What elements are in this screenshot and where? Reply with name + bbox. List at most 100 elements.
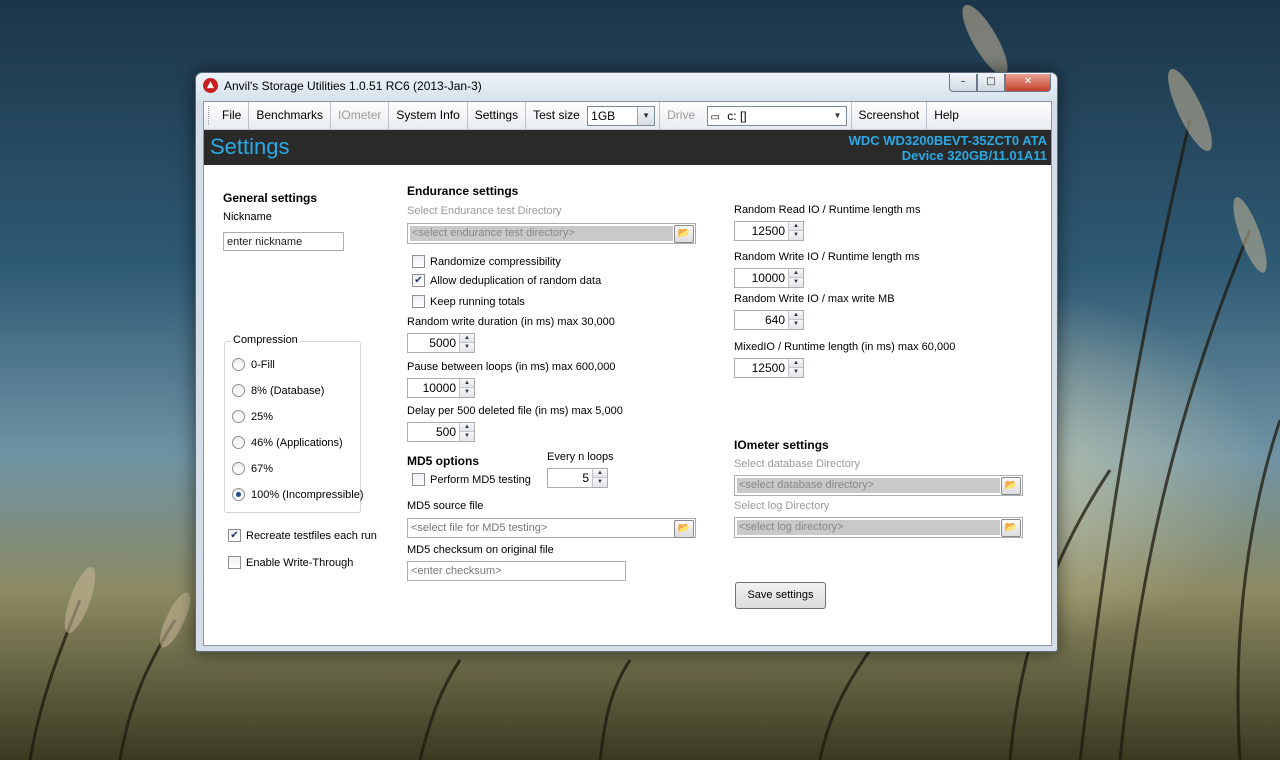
checkmark-icon[interactable]: ✔	[228, 529, 241, 542]
spin-up-icon[interactable]: ▲	[460, 423, 474, 432]
log-dir-input[interactable]: <select log directory> 📂	[734, 517, 1023, 538]
randomize-compressibility-label: Randomize compressibility	[430, 255, 561, 268]
folder-icon[interactable]: 📂	[1001, 477, 1021, 495]
radio-icon[interactable]	[232, 436, 245, 449]
menu-screenshot[interactable]: Screenshot	[852, 102, 928, 129]
spin-down-icon[interactable]: ▼	[460, 388, 474, 397]
spin-down-icon[interactable]: ▼	[460, 343, 474, 352]
every-n-loops-value: 5	[582, 471, 589, 485]
radio-icon[interactable]	[232, 462, 245, 475]
compression-option-3[interactable]: 46% (Applications)	[232, 436, 343, 449]
perform-md5-checkbox[interactable]: Perform MD5 testing	[412, 473, 531, 486]
chevron-down-icon[interactable]: ▼	[829, 106, 846, 125]
radio-selected-icon[interactable]	[232, 488, 245, 501]
checkbox-icon[interactable]	[412, 473, 425, 486]
spin-down-icon[interactable]: ▼	[593, 478, 607, 487]
spin-up-icon[interactable]: ▲	[593, 469, 607, 478]
drive-icon: ▭	[710, 111, 720, 123]
toolbar-grip[interactable]	[208, 106, 212, 125]
checkbox-icon[interactable]	[412, 295, 425, 308]
maximize-icon[interactable]: □	[977, 74, 1005, 92]
chevron-down-icon[interactable]: ▼	[637, 106, 655, 125]
compression-group: Compression 0-Fill 8% (Database) 25% 46%…	[224, 334, 364, 513]
mixed-io-value: 12500	[751, 361, 785, 375]
log-dir-label: Select log Directory	[734, 500, 830, 512]
nickname-label: Nickname	[223, 211, 272, 223]
pause-between-loops-stepper[interactable]: 10000 ▲ ▼	[407, 378, 475, 398]
minimize-icon[interactable]: –	[949, 74, 977, 92]
md5-source-input[interactable]: <select file for MD5 testing> 📂	[407, 518, 696, 538]
random-write-duration-stepper[interactable]: 5000 ▲ ▼	[407, 333, 475, 353]
folder-icon[interactable]: 📂	[1001, 519, 1021, 537]
compression-option-4[interactable]: 67%	[232, 462, 273, 475]
running-totals-label: Keep running totals	[430, 295, 525, 308]
random-read-io-value: 12500	[751, 224, 785, 238]
close-icon[interactable]: ✕	[1005, 74, 1051, 92]
randomize-compressibility-checkbox[interactable]: Randomize compressibility	[412, 255, 561, 268]
folder-icon[interactable]: 📂	[674, 520, 694, 538]
radio-icon[interactable]	[232, 410, 245, 423]
random-write-max-stepper[interactable]: 640 ▲ ▼	[734, 310, 804, 330]
allow-dedup-label: Allow deduplication of random data	[430, 274, 602, 287]
compression-option-1[interactable]: 8% (Database)	[232, 384, 324, 397]
menu-settings[interactable]: Settings	[468, 102, 527, 129]
database-dir-label: Select database Directory	[734, 458, 860, 470]
spin-up-icon[interactable]: ▲	[460, 379, 474, 388]
title-bar[interactable]: ▲ Anvil's Storage Utilities 1.0.51 RC6 (…	[196, 73, 1057, 101]
delay-per-file-stepper[interactable]: 500 ▲ ▼	[407, 422, 475, 442]
compression-option-2[interactable]: 25%	[232, 410, 273, 423]
checkmark-icon[interactable]: ✔	[412, 274, 425, 287]
random-write-io-stepper[interactable]: 10000 ▲ ▼	[734, 268, 804, 288]
drive-info: WDC WD3200BEVT-35ZCT0 ATA Device 320GB/1…	[849, 133, 1047, 163]
spin-down-icon[interactable]: ▼	[789, 368, 803, 377]
endurance-dir-input[interactable]: <select endurance test directory> 📂	[407, 223, 696, 244]
folder-icon[interactable]: 📂	[674, 225, 694, 243]
menu-toolbar: File Benchmarks IOmeter System Info Sett…	[204, 102, 1051, 130]
random-read-io-stepper[interactable]: 12500 ▲ ▼	[734, 221, 804, 241]
spin-up-icon[interactable]: ▲	[789, 311, 803, 320]
menu-help[interactable]: Help	[927, 102, 966, 129]
radio-icon[interactable]	[232, 384, 245, 397]
anvil-app-icon[interactable]: ▲	[203, 78, 218, 93]
menu-system-info[interactable]: System Info	[389, 102, 468, 129]
md5-checksum-input[interactable]: <enter checksum>	[407, 561, 626, 581]
radio-icon[interactable]	[232, 358, 245, 371]
md5-checksum-label: MD5 checksum on original file	[407, 544, 554, 556]
nickname-input[interactable]: enter nickname	[223, 232, 344, 251]
test-size-value: 1GB	[591, 108, 616, 123]
database-dir-input[interactable]: <select database directory> 📂	[734, 475, 1023, 496]
running-totals-checkbox[interactable]: Keep running totals	[412, 295, 525, 308]
delay-per-file-value: 500	[435, 425, 456, 439]
window-title: Anvil's Storage Utilities 1.0.51 RC6 (20…	[224, 79, 482, 93]
spin-up-icon[interactable]: ▲	[789, 359, 803, 368]
checkbox-icon[interactable]	[412, 255, 425, 268]
recreate-testfiles-checkbox[interactable]: ✔ Recreate testfiles each run	[228, 529, 377, 542]
menu-file[interactable]: File	[215, 102, 250, 129]
spin-up-icon[interactable]: ▲	[460, 334, 474, 343]
menu-benchmarks[interactable]: Benchmarks	[249, 102, 332, 129]
spin-down-icon[interactable]: ▼	[789, 231, 803, 240]
every-n-loops-stepper[interactable]: 5 ▲ ▼	[547, 468, 608, 488]
menu-iometer[interactable]: IOmeter	[331, 102, 390, 129]
compression-option-label: 0-Fill	[251, 358, 275, 371]
drive-label: Drive	[667, 108, 696, 122]
database-dir-placeholder: <select database directory>	[737, 478, 1000, 493]
spin-down-icon[interactable]: ▼	[460, 432, 474, 441]
every-n-loops-label: Every n loops	[547, 451, 614, 463]
drive-select[interactable]: ▭ c: [] ▼	[706, 105, 847, 126]
save-settings-button[interactable]: Save settings	[735, 582, 826, 609]
compression-option-label: 25%	[251, 410, 274, 423]
spin-up-icon[interactable]: ▲	[789, 222, 803, 231]
compression-option-0[interactable]: 0-Fill	[232, 358, 275, 371]
compression-option-5[interactable]: 100% (Incompressible)	[232, 488, 364, 501]
write-through-checkbox[interactable]: Enable Write-Through	[228, 556, 353, 569]
allow-dedup-checkbox[interactable]: ✔ Allow deduplication of random data	[412, 274, 601, 287]
spin-up-icon[interactable]: ▲	[789, 269, 803, 278]
delay-per-file-label: Delay per 500 deleted file (in ms) max 5…	[407, 405, 623, 417]
spin-down-icon[interactable]: ▼	[789, 278, 803, 287]
app-window: ▲ Anvil's Storage Utilities 1.0.51 RC6 (…	[195, 72, 1058, 652]
test-size-select[interactable]: 1GB ▼	[587, 105, 656, 126]
spin-down-icon[interactable]: ▼	[789, 320, 803, 329]
mixed-io-stepper[interactable]: 12500 ▲ ▼	[734, 358, 804, 378]
checkbox-icon[interactable]	[228, 556, 241, 569]
